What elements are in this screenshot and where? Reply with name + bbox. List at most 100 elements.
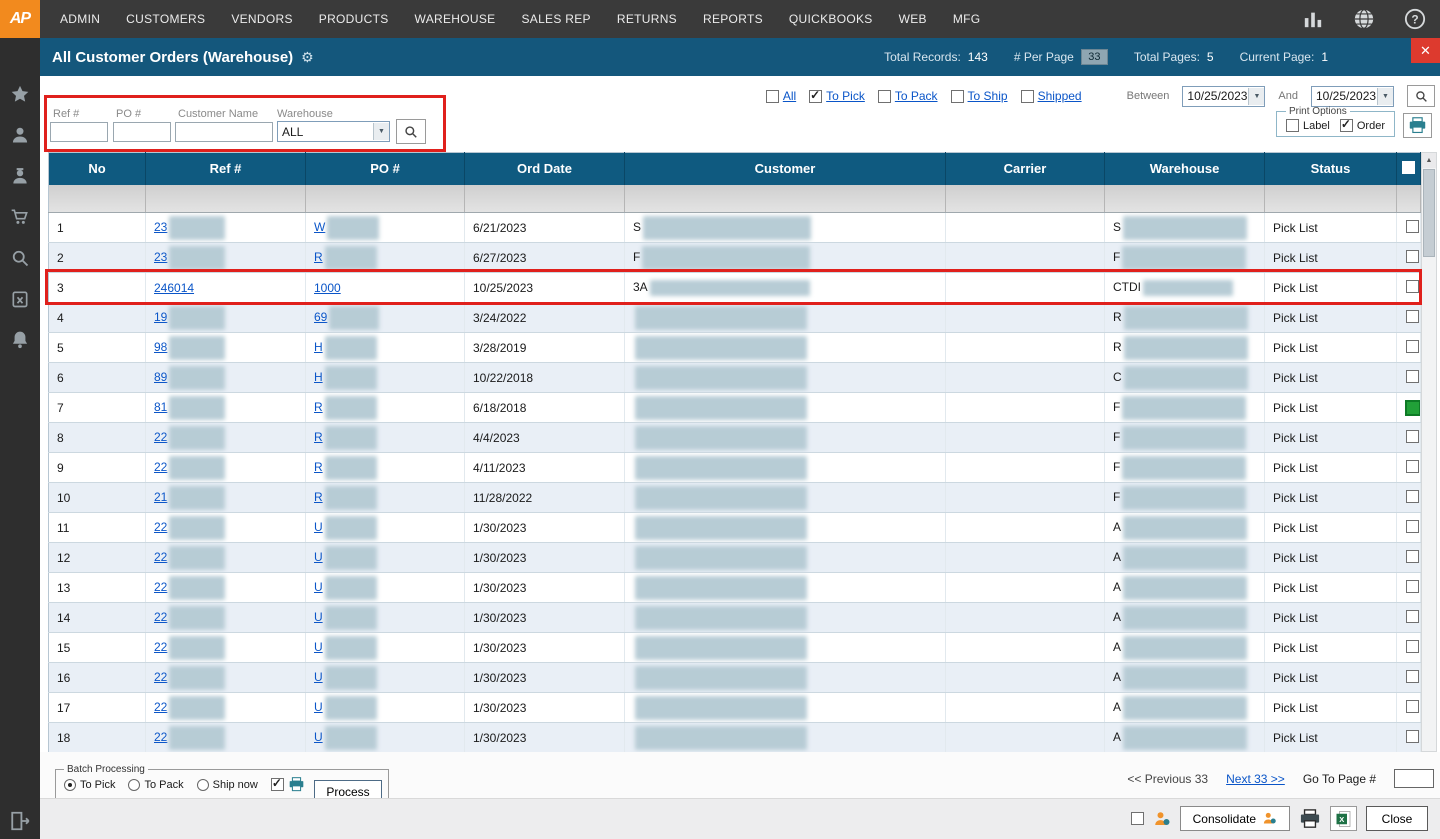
table-row-14[interactable]: 1422U1/30/2023APick List <box>49 603 1421 633</box>
table-row-18[interactable]: 1822U1/30/2023APick List <box>49 723 1421 753</box>
nav-item-admin[interactable]: ADMIN <box>60 12 100 26</box>
po-link[interactable]: H <box>314 340 323 354</box>
cell-select[interactable] <box>1397 273 1421 303</box>
ref-link[interactable]: 22 <box>154 580 167 594</box>
po-link[interactable]: R <box>314 400 323 414</box>
table-filter-cell[interactable] <box>465 185 625 213</box>
table-filter-cell[interactable] <box>1105 185 1265 213</box>
date-from-select[interactable]: 10/25/2023 ▼ <box>1182 86 1265 107</box>
batch-radio-to-pack[interactable]: To Pack <box>128 779 183 791</box>
cell-select[interactable] <box>1397 303 1421 333</box>
cell-select[interactable] <box>1397 693 1421 723</box>
table-filter-cell[interactable] <box>1397 185 1421 213</box>
cell-select[interactable] <box>1397 453 1421 483</box>
scrollbar-thumb[interactable] <box>1423 169 1435 257</box>
ref-link[interactable]: 22 <box>154 460 167 474</box>
logout-icon[interactable] <box>9 810 32 832</box>
customers-person-icon[interactable] <box>10 125 30 145</box>
po-link[interactable]: U <box>314 580 323 594</box>
consolidate-button[interactable]: Consolidate <box>1180 806 1290 831</box>
column-header-customer[interactable]: Customer <box>625 153 946 185</box>
table-row-8[interactable]: 822R4/4/2023FPick List <box>49 423 1421 453</box>
table-row-10[interactable]: 1021R11/28/2022FPick List <box>49 483 1421 513</box>
ref-link[interactable]: 22 <box>154 430 167 444</box>
row-checkbox[interactable] <box>1406 250 1419 263</box>
table-row-15[interactable]: 1522U1/30/2023APick List <box>49 633 1421 663</box>
column-header-po-[interactable]: PO # <box>306 153 465 185</box>
column-header-ord-date[interactable]: Ord Date <box>465 153 625 185</box>
table-row-11[interactable]: 1122U1/30/2023APick List <box>49 513 1421 543</box>
close-window-button[interactable]: ✕ <box>1411 38 1440 63</box>
reports-chart-icon[interactable] <box>1302 9 1324 29</box>
cell-select[interactable] <box>1397 483 1421 513</box>
row-checkbox[interactable] <box>1406 340 1419 353</box>
ref-link[interactable]: 23 <box>154 220 167 234</box>
ref-link[interactable]: 22 <box>154 550 167 564</box>
status-filter-to-ship[interactable]: To Ship <box>951 89 1008 103</box>
table-row-12[interactable]: 1222U1/30/2023APick List <box>49 543 1421 573</box>
cell-select[interactable] <box>1397 243 1421 273</box>
table-filter-cell[interactable] <box>146 185 306 213</box>
cell-select[interactable] <box>1397 573 1421 603</box>
ref-link[interactable]: 22 <box>154 610 167 624</box>
nav-item-warehouse[interactable]: WAREHOUSE <box>415 12 496 26</box>
globe-icon[interactable] <box>1353 8 1375 30</box>
ref-link[interactable]: 81 <box>154 400 167 414</box>
ref-link[interactable]: 246014 <box>154 281 194 295</box>
row-checkbox[interactable] <box>1406 580 1419 593</box>
po-link[interactable]: R <box>314 490 323 504</box>
table-row-3[interactable]: 3246014100010/25/20233ACTDIPick List <box>49 273 1421 303</box>
table-row-17[interactable]: 1722U1/30/2023APick List <box>49 693 1421 723</box>
po-link[interactable]: 69 <box>314 310 327 324</box>
po-link[interactable]: W <box>314 220 325 234</box>
po-link[interactable]: U <box>314 730 323 744</box>
favorites-star-icon[interactable] <box>10 84 30 104</box>
goto-page-input[interactable] <box>1394 769 1434 788</box>
customer-filter-input[interactable] <box>175 122 273 142</box>
nav-item-web[interactable]: WEB <box>899 12 927 26</box>
batch-radio-to-pick[interactable]: To Pick <box>64 779 115 791</box>
row-checkbox[interactable] <box>1406 310 1419 323</box>
cell-select[interactable] <box>1397 213 1421 243</box>
cell-select[interactable] <box>1397 633 1421 663</box>
table-row-5[interactable]: 598H3/28/2019RPick List <box>49 333 1421 363</box>
column-header-status[interactable]: Status <box>1265 153 1397 185</box>
row-checkbox[interactable] <box>1406 670 1419 683</box>
ref-link[interactable]: 23 <box>154 250 167 264</box>
po-link[interactable]: R <box>314 250 323 264</box>
po-filter-input[interactable] <box>113 122 171 142</box>
table-filter-cell[interactable] <box>49 185 146 213</box>
nav-item-sales-rep[interactable]: SALES REP <box>521 12 590 26</box>
status-filter-to-pack[interactable]: To Pack <box>878 89 938 103</box>
grid-settings-gear-icon[interactable]: ⚙ <box>301 49 314 66</box>
table-row-9[interactable]: 922R4/11/2023FPick List <box>49 453 1421 483</box>
per-page-input[interactable] <box>1081 49 1108 65</box>
previous-page-link[interactable]: << Previous 33 <box>1127 772 1208 786</box>
po-link[interactable]: R <box>314 430 323 444</box>
ref-link[interactable]: 22 <box>154 640 167 654</box>
cell-select[interactable] <box>1397 333 1421 363</box>
nav-item-vendors[interactable]: VENDORS <box>231 12 292 26</box>
warehouse-select[interactable]: ALL ▼ <box>277 121 390 142</box>
green-status-box[interactable] <box>1405 400 1421 416</box>
vendors-icon[interactable] <box>10 166 30 186</box>
row-checkbox[interactable] <box>1406 550 1419 563</box>
consolidate-checkbox[interactable] <box>1131 812 1144 825</box>
cell-select[interactable] <box>1397 393 1421 423</box>
table-scrollbar[interactable]: ▲ ▼ <box>1421 152 1437 752</box>
po-link[interactable]: U <box>314 640 323 654</box>
cell-select[interactable] <box>1397 423 1421 453</box>
po-link[interactable]: U <box>314 670 323 684</box>
table-row-6[interactable]: 689H10/22/2018CPick List <box>49 363 1421 393</box>
row-checkbox[interactable] <box>1406 430 1419 443</box>
export-excel-button[interactable]: X <box>1330 806 1357 831</box>
print-option-label[interactable]: Label <box>1286 119 1330 132</box>
notifications-bell-icon[interactable] <box>10 330 30 350</box>
ref-link[interactable]: 22 <box>154 670 167 684</box>
nav-item-reports[interactable]: REPORTS <box>703 12 763 26</box>
batch-radio-ship-now[interactable]: Ship now <box>197 779 258 791</box>
row-checkbox[interactable] <box>1406 730 1419 743</box>
ref-link[interactable]: 89 <box>154 370 167 384</box>
row-checkbox[interactable] <box>1406 280 1419 293</box>
ref-link[interactable]: 21 <box>154 490 167 504</box>
